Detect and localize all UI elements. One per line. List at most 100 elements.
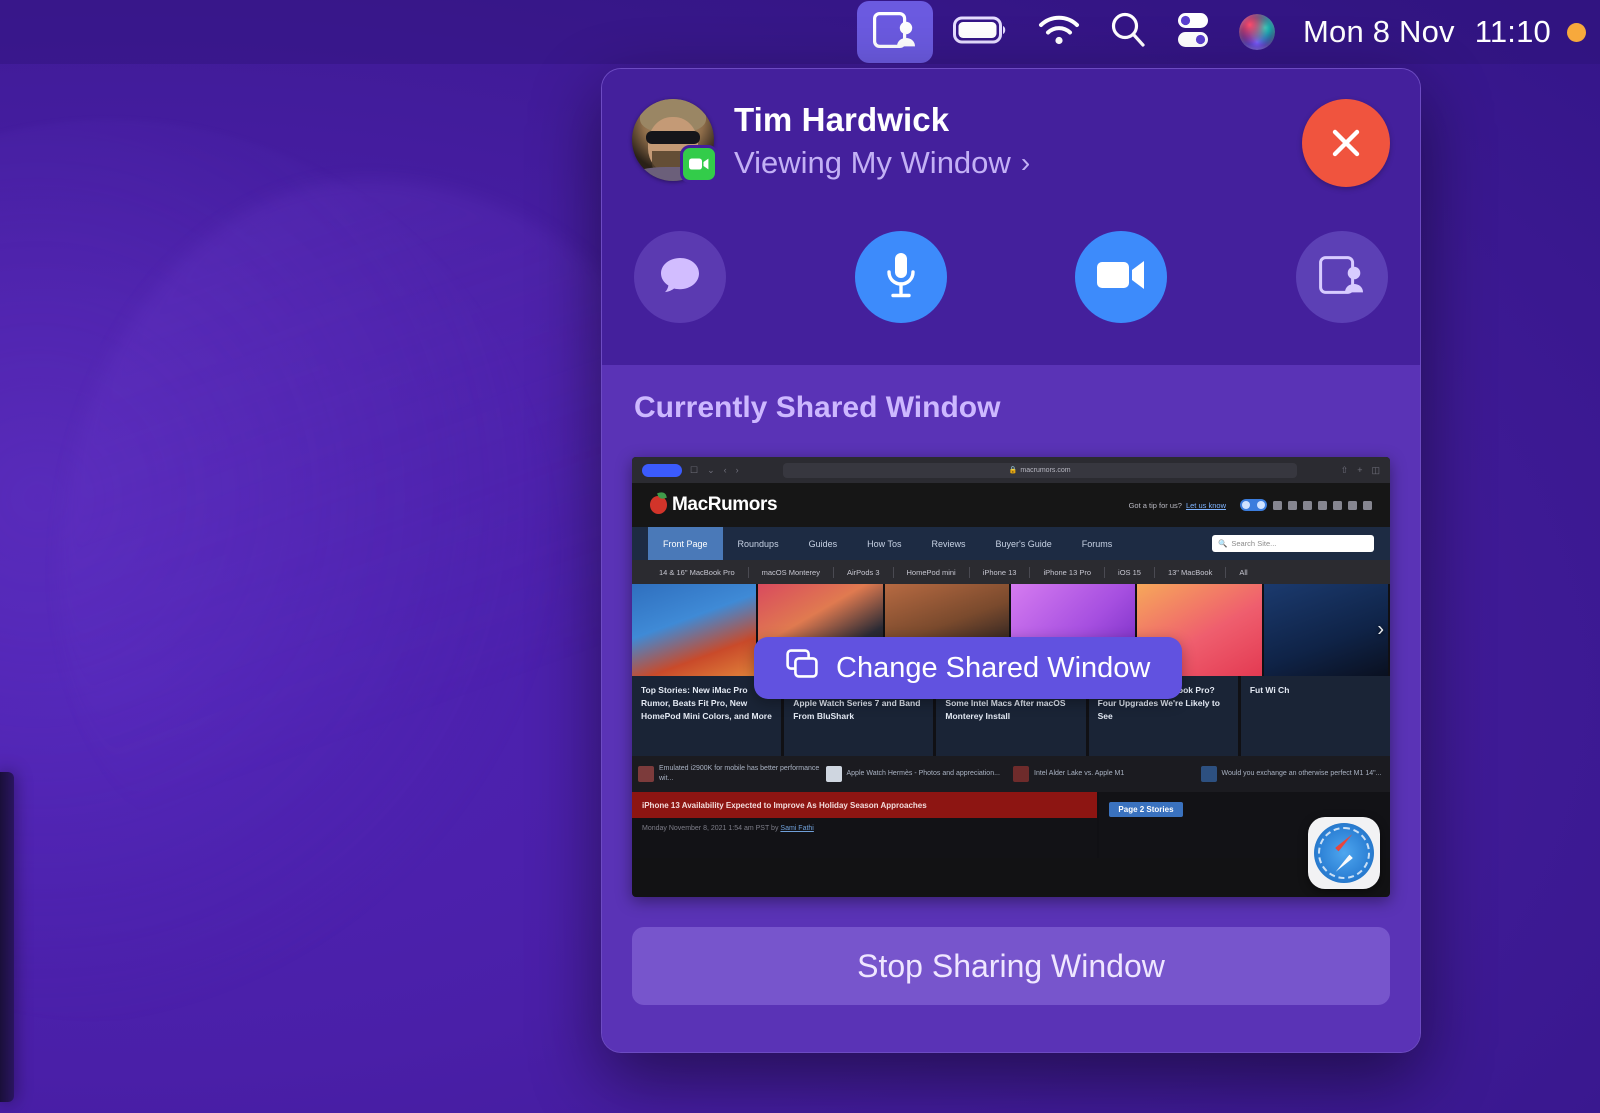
menubar-spotlight-item[interactable] [1095, 0, 1161, 64]
hero-thumbnail[interactable] [632, 584, 759, 676]
subnav-item[interactable]: iOS 15 [1105, 566, 1155, 578]
thumbnail-icon [1200, 766, 1217, 782]
nav-item-buyers-guide[interactable]: Buyer's Guide [980, 527, 1066, 560]
menubar-time: 11:10 [1474, 14, 1551, 49]
chevron-right-icon[interactable]: › [736, 465, 739, 475]
site-search-placeholder: Search Site... [1231, 539, 1277, 548]
nav-item-front-page[interactable]: Front Page [648, 527, 723, 560]
dark-mode-toggle[interactable] [1240, 499, 1267, 511]
forum-mini-item[interactable]: Emulated i2900K for mobile has better pe… [638, 764, 822, 784]
forum-mini-item[interactable]: Intel Alder Lake vs. Apple M1 [1013, 766, 1197, 782]
facebook-icon[interactable] [1288, 500, 1297, 510]
wifi-icon [1037, 14, 1081, 51]
forum-mini-text: Intel Alder Lake vs. Apple M1 [1034, 769, 1125, 777]
menubar-clock[interactable]: Mon 8 Nov 11:10 [1289, 14, 1563, 50]
nav-item-guides[interactable]: Guides [794, 527, 853, 560]
caller-info: Tim Hardwick Viewing My Window › [734, 97, 1302, 181]
forum-mini-item[interactable]: Apple Watch Hermès - Photos and apprecia… [825, 766, 1010, 782]
article-author[interactable]: Sami Fathi [780, 825, 813, 832]
messages-button[interactable] [634, 231, 726, 323]
forum-mini-text: Emulated i2900K for mobile has better pe… [659, 764, 820, 782]
site-search-input[interactable]: 🔍 Search Site... [1212, 535, 1374, 552]
close-icon [1332, 129, 1360, 157]
new-tab-icon[interactable]: + [1357, 465, 1362, 475]
rss-icon[interactable] [1273, 500, 1282, 510]
sidebar-icon[interactable] [642, 463, 682, 477]
control-center-icon [1175, 11, 1211, 54]
menubar-siri-item[interactable] [1225, 0, 1289, 64]
subnav-item[interactable]: AirPods 3 [834, 566, 894, 578]
chevron-down-icon[interactable]: ⌄ [707, 465, 715, 476]
call-actions-row [632, 231, 1390, 323]
screen-share-icon [873, 11, 917, 53]
forum-mini-text: Would you exchange an otherwise perfect … [1221, 769, 1382, 777]
share-screen-button[interactable] [1295, 231, 1388, 323]
tabs-icon[interactable]: ☐ [690, 465, 698, 476]
nav-item-forums[interactable]: Forums [1067, 527, 1128, 560]
change-shared-window-button[interactable]: Change Shared Window [754, 637, 1183, 699]
instagram-icon[interactable] [1333, 500, 1342, 510]
site-sub-nav: 14 & 16" MacBook Pro macOS Monterey AirP… [632, 560, 1390, 584]
sharing-status-row[interactable]: Viewing My Window › [734, 145, 1302, 181]
subnav-item[interactable]: iPhone 13 Pro [1030, 566, 1106, 578]
subnav-item[interactable]: 14 & 16" MacBook Pro [646, 566, 749, 578]
feed-icon[interactable] [1348, 500, 1357, 510]
camera-button[interactable] [1075, 231, 1168, 323]
featured-article[interactable]: iPhone 13 Availability Expected to Impro… [632, 792, 1098, 858]
thumbnail-icon [638, 766, 654, 782]
site-logo[interactable]: MacRumors [650, 494, 778, 516]
battery-icon [953, 15, 1009, 50]
stop-sharing-label: Stop Sharing Window [857, 947, 1165, 984]
safari-address-bar[interactable]: 🔒 macrumors.com [782, 462, 1297, 478]
safari-icon [1308, 817, 1380, 889]
chevron-right-icon[interactable]: › [1377, 619, 1384, 642]
nav-item-roundups[interactable]: Roundups [723, 527, 794, 560]
menubar-screen-sharing-item[interactable] [857, 1, 934, 63]
tip-prompt: Got a tip for us? Let us know [1129, 501, 1226, 510]
show-tabs-icon[interactable]: ◫ [1371, 465, 1380, 476]
stop-sharing-window-button[interactable]: Stop Sharing Window [632, 927, 1390, 1005]
change-shared-window-label: Change Shared Window [836, 651, 1151, 684]
apple-logo-icon [650, 496, 667, 514]
twitter-icon[interactable] [1303, 500, 1312, 510]
subnav-item[interactable]: iPhone 13 [970, 566, 1031, 578]
menubar-battery-item[interactable] [939, 0, 1023, 64]
menubar-control-center-item[interactable] [1161, 0, 1225, 64]
avatar [632, 99, 718, 183]
background-window-edge [0, 772, 14, 1102]
tip-text: Got a tip for us? [1128, 500, 1182, 510]
hero-thumbnail[interactable] [1263, 584, 1390, 676]
youtube-icon[interactable] [1318, 500, 1327, 510]
microphone-button[interactable] [854, 231, 947, 323]
safari-right-controls[interactable]: ⇧ + ◫ [1341, 465, 1380, 476]
lower-content: iPhone 13 Availability Expected to Impro… [632, 792, 1390, 858]
safari-nav-controls[interactable]: ☐ ⌄ ‹ › [690, 465, 739, 476]
menubar-date: Mon 8 Nov [1303, 14, 1455, 49]
menubar-wifi-item[interactable] [1023, 0, 1095, 64]
shared-window-preview[interactable]: ☐ ⌄ ‹ › 🔒 macrumors.com ⇧ + ◫ MacRumors … [632, 457, 1390, 897]
site-social-links [1240, 499, 1372, 511]
section-title: Currently Shared Window [634, 391, 1001, 424]
call-header: Tim Hardwick Viewing My Window › [632, 97, 1390, 187]
recording-indicator-dot [1567, 22, 1586, 42]
article-headline: iPhone 13 Availability Expected to Impro… [632, 792, 1098, 818]
subnav-item[interactable]: HomePod mini [894, 566, 970, 578]
popover-header-section: Tim Hardwick Viewing My Window › [602, 69, 1420, 365]
page-2-stories-tab[interactable]: Page 2 Stories [1109, 802, 1183, 817]
windows-stack-icon [786, 649, 818, 687]
subnav-item[interactable]: 13" MacBook [1155, 566, 1227, 578]
subnav-item[interactable]: macOS Monterey [749, 566, 834, 578]
nav-item-how-tos[interactable]: How Tos [852, 527, 916, 560]
newsletter-icon[interactable] [1363, 500, 1372, 510]
microphone-icon [883, 251, 919, 304]
share-icon[interactable]: ⇧ [1341, 465, 1349, 476]
forum-mini-item[interactable]: Would you exchange an otherwise perfect … [1200, 766, 1385, 782]
speech-bubble-icon [658, 254, 702, 301]
end-call-button[interactable] [1302, 99, 1390, 187]
tip-link[interactable]: Let us know [1186, 501, 1226, 510]
nav-item-reviews[interactable]: Reviews [916, 527, 980, 560]
search-icon [1109, 11, 1147, 54]
subnav-item[interactable]: All [1226, 567, 1260, 578]
chevron-left-icon[interactable]: ‹ [724, 465, 727, 475]
headline-card[interactable]: Fut Wi Ch [1240, 676, 1390, 756]
